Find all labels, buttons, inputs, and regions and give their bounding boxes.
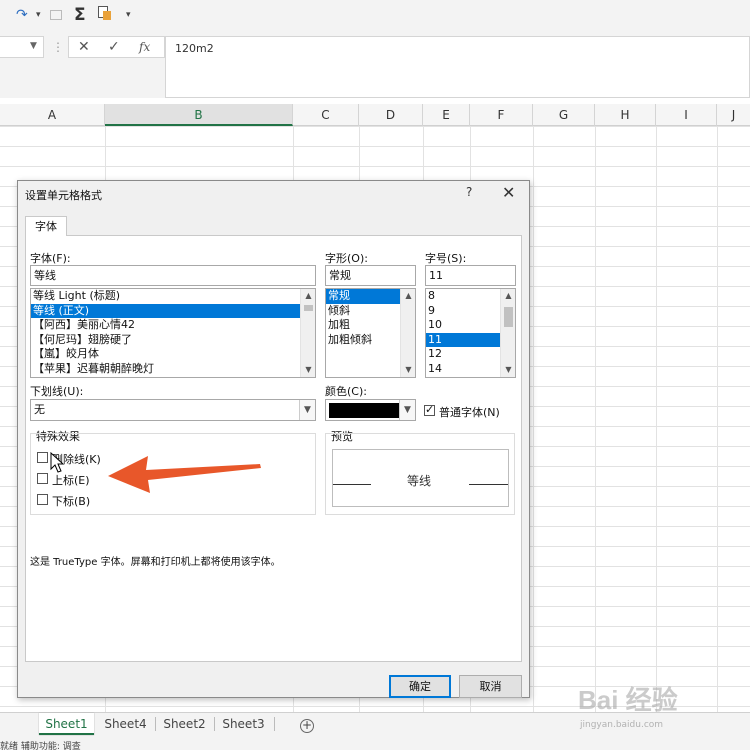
tab-separator bbox=[274, 717, 275, 731]
help-icon[interactable]: ? bbox=[466, 185, 472, 199]
tab-separator bbox=[155, 717, 156, 731]
column-header-g[interactable]: G bbox=[533, 104, 595, 126]
subscript-checkbox[interactable] bbox=[37, 494, 48, 505]
size-input[interactable]: 11 bbox=[425, 265, 516, 286]
font-name-input[interactable]: 等线 bbox=[30, 265, 316, 286]
annotation-arrow-icon bbox=[108, 456, 261, 493]
status-text: 就绪 辅助功能: 调查 bbox=[0, 742, 81, 750]
grid-line bbox=[595, 126, 596, 712]
normal-font-checkbox[interactable] bbox=[424, 403, 435, 416]
watermark-logo: Bai 经验 bbox=[578, 685, 678, 715]
font-list-scrollbar[interactable]: ▲ ▼ bbox=[300, 289, 315, 377]
font-list-item[interactable]: 【何尼玛】翅膀硬了 bbox=[31, 333, 315, 348]
column-header-b[interactable]: B bbox=[105, 104, 293, 126]
truetype-note: 这是 TrueType 字体。屏幕和打印机上都将使用该字体。 bbox=[30, 557, 281, 568]
style-input[interactable]: 常规 bbox=[325, 265, 416, 286]
scroll-thumb[interactable] bbox=[504, 307, 513, 327]
scroll-thumb[interactable] bbox=[304, 305, 313, 311]
watermark-url: jingyan.baidu.com bbox=[580, 720, 664, 730]
subscript-label: 下标(B) bbox=[52, 495, 91, 508]
cancel-entry-icon[interactable]: ✕ bbox=[78, 39, 90, 55]
dialog-title: 设置单元格格式 bbox=[25, 189, 102, 202]
formula-value: 120m2 bbox=[175, 42, 214, 55]
underline-label: 下划线(U): bbox=[30, 385, 84, 398]
sheet-tab-sheet2[interactable]: Sheet2 bbox=[157, 713, 212, 735]
sheet-tab-sheet3[interactable]: Sheet3 bbox=[216, 713, 271, 735]
strikethrough-checkbox[interactable] bbox=[37, 452, 48, 463]
font-list-item[interactable]: 等线 Light (标题) bbox=[31, 289, 315, 304]
insert-function-icon[interactable]: fx bbox=[139, 40, 150, 54]
sheet-tab-sheet4[interactable]: Sheet4 bbox=[98, 713, 153, 735]
size-list[interactable]: 8 9 10 11 12 14 ▲ ▼ bbox=[425, 288, 516, 378]
style-list[interactable]: 常规 倾斜 加粗 加粗倾斜 ▲ ▼ bbox=[325, 288, 416, 378]
name-box[interactable] bbox=[0, 36, 44, 58]
size-list-scrollbar[interactable]: ▲ ▼ bbox=[500, 289, 515, 377]
preview-baseline bbox=[333, 484, 371, 485]
name-box-dropdown-icon[interactable]: ▼ bbox=[30, 41, 37, 51]
grid-line bbox=[656, 126, 657, 712]
column-header-f[interactable]: F bbox=[470, 104, 533, 126]
normal-font-label: 普通字体(N) bbox=[439, 406, 500, 419]
form-icon[interactable] bbox=[50, 10, 62, 20]
quick-access-toolbar: ↷ ▾ Σ ▾ bbox=[0, 0, 750, 32]
size-label: 字号(S): bbox=[425, 252, 467, 265]
tab-separator bbox=[214, 717, 215, 731]
style-list-scrollbar[interactable]: ▲ ▼ bbox=[400, 289, 415, 377]
superscript-checkbox[interactable] bbox=[37, 473, 48, 484]
superscript-label: 上标(E) bbox=[52, 474, 90, 487]
scroll-up-icon[interactable]: ▲ bbox=[501, 289, 515, 303]
scroll-down-icon[interactable]: ▼ bbox=[301, 363, 315, 377]
customize-toolbar-icon[interactable]: ▾ bbox=[126, 6, 131, 24]
status-bar bbox=[0, 738, 750, 750]
autosum-icon[interactable]: Σ bbox=[74, 6, 86, 24]
confirm-entry-icon[interactable]: ✓ bbox=[108, 39, 120, 55]
chevron-down-icon[interactable]: ▼ bbox=[399, 400, 415, 420]
tab-font[interactable]: 字体 bbox=[25, 216, 67, 236]
font-list-item[interactable]: 【阿西】美丽心情42 bbox=[31, 318, 315, 333]
column-header-e[interactable]: E bbox=[423, 104, 470, 126]
style-list-item-selected[interactable]: 常规 bbox=[326, 289, 400, 304]
close-icon[interactable]: ✕ bbox=[502, 183, 515, 202]
grid-line bbox=[533, 126, 534, 712]
column-header-a[interactable]: A bbox=[0, 104, 105, 126]
underline-value: 无 bbox=[34, 403, 45, 416]
scroll-up-icon[interactable]: ▲ bbox=[401, 289, 415, 303]
font-list[interactable]: 等线 Light (标题) 等线 (正文) 【阿西】美丽心情42 【何尼玛】翅膀… bbox=[30, 288, 316, 378]
chevron-down-icon[interactable]: ▼ bbox=[299, 400, 315, 420]
mouse-cursor-icon bbox=[50, 452, 65, 473]
underline-select[interactable]: 无 ▼ bbox=[30, 399, 316, 421]
add-sheet-icon[interactable]: + bbox=[300, 719, 314, 733]
font-list-item-selected[interactable]: 等线 (正文) bbox=[31, 303, 300, 318]
color-label: 颜色(C): bbox=[325, 385, 367, 398]
style-label: 字形(O): bbox=[325, 252, 368, 265]
formula-bar-grip-icon: ⋮ bbox=[52, 40, 64, 54]
column-header-i[interactable]: I bbox=[656, 104, 717, 126]
column-header-j[interactable]: J bbox=[717, 104, 750, 126]
scroll-up-icon[interactable]: ▲ bbox=[301, 289, 315, 303]
font-label: 字体(F): bbox=[30, 252, 71, 265]
font-list-item[interactable]: 【苹果】迟暮朝朝醉晚灯 bbox=[31, 362, 315, 377]
scroll-down-icon[interactable]: ▼ bbox=[501, 363, 515, 377]
color-swatch[interactable] bbox=[329, 403, 399, 418]
redo-dropdown-icon[interactable]: ▾ bbox=[36, 6, 41, 24]
sheet-tab-sheet1[interactable]: Sheet1 bbox=[39, 713, 94, 735]
preview-sample-text: 等线 bbox=[407, 474, 432, 488]
size-list-item-selected[interactable]: 11 bbox=[426, 332, 500, 347]
scroll-down-icon[interactable]: ▼ bbox=[401, 363, 415, 377]
formula-input[interactable] bbox=[165, 36, 750, 98]
ok-button[interactable]: 确定 bbox=[389, 675, 451, 698]
grid-line bbox=[717, 126, 718, 712]
column-header-h[interactable]: H bbox=[595, 104, 656, 126]
redo-icon[interactable]: ↷ bbox=[16, 6, 28, 24]
preview-baseline bbox=[469, 484, 508, 485]
font-list-item[interactable]: 【嵐】皎月体 bbox=[31, 347, 315, 362]
column-header-c[interactable]: C bbox=[293, 104, 359, 126]
column-headers: A B C D E F G H I J bbox=[0, 104, 750, 126]
column-header-d[interactable]: D bbox=[359, 104, 423, 126]
cancel-button[interactable]: 取消 bbox=[459, 675, 522, 698]
